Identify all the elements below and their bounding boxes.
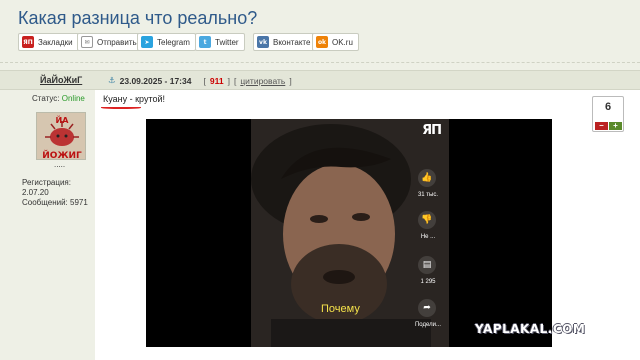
share-icon[interactable]: ➦: [418, 299, 436, 317]
user-status: Статус: Online: [32, 94, 85, 103]
post-content: Куану - крутой! ЯП 👍 31 тыс. 👎 Не ... ▤ …: [95, 90, 640, 360]
comment-icon[interactable]: ▤: [418, 256, 436, 274]
message-rest: - крутой!: [127, 94, 166, 104]
status-value: Online: [61, 94, 85, 103]
message-name: Куану: [103, 94, 128, 104]
twitter-icon: t: [199, 36, 211, 48]
share-label: Twitter: [215, 37, 239, 47]
share-label: Подели...: [414, 322, 441, 328]
quote-link[interactable]: цитировать: [240, 76, 285, 86]
dislike-label: Не ...: [420, 234, 436, 240]
like-count: 31 тыс.: [417, 192, 439, 198]
avatar-text-top: ЙА: [56, 114, 70, 125]
vk-icon: vk: [257, 36, 269, 48]
page: Какая разница что реально? ЯП Закладки ✉…: [0, 0, 640, 360]
video-subtitle: Почему: [321, 303, 360, 315]
ok-icon: ok: [316, 36, 328, 48]
share-twitter-button[interactable]: t Twitter: [195, 33, 245, 51]
rating-value: 6: [604, 101, 612, 113]
avatar[interactable]: ЙА ЙОЖИГ: [36, 112, 86, 160]
post-message: Куану - крутой!: [103, 94, 165, 104]
mail-icon: ✉: [81, 36, 93, 48]
share-label: OK.ru: [332, 37, 353, 47]
anchor-icon[interactable]: ⚓: [108, 75, 116, 86]
page-title: Какая разница что реально?: [18, 8, 258, 28]
post-meta: ⚓ 23.09.2025 - 17:34 [ 911 ] [ цитироват…: [108, 75, 292, 86]
post-rating: 6 – +: [592, 96, 624, 132]
messages-count: 5971: [70, 198, 88, 207]
rate-down-button[interactable]: –: [595, 122, 608, 130]
bracket-open: [: [233, 75, 237, 86]
post-date: 23.09.2025 - 17:34: [119, 75, 192, 86]
post-header: ЙаЙоЖиГ ⚓ 23.09.2025 - 17:34 [ 911 ] [ ц…: [0, 70, 640, 90]
video-frame: ЯП 👍 31 тыс. 👎 Не ... ▤ 1 295 ➦ Подели..…: [251, 119, 449, 347]
post-number[interactable]: 911: [210, 76, 224, 86]
bracket-close: ]: [289, 75, 292, 86]
share-label: Закладки: [38, 37, 73, 47]
divider: [0, 62, 640, 70]
share-label: Отправить: [97, 37, 137, 47]
dislike-icon[interactable]: 👎: [418, 211, 436, 229]
like-icon[interactable]: 👍: [418, 169, 436, 187]
messages-label: Сообщений:: [22, 198, 68, 207]
site-watermark: YAPLAKAL.COM: [475, 322, 586, 336]
post-author[interactable]: ЙаЙоЖиГ: [40, 75, 82, 85]
avatar-hedgehog-icon: ЙА ЙОЖИГ: [37, 113, 85, 160]
share-telegram-button[interactable]: ➤ Telegram: [137, 33, 196, 51]
share-send-button[interactable]: ✉ Отправить: [77, 33, 143, 51]
bracket-close: ]: [227, 75, 230, 86]
yap-logo-icon: ЯП: [422, 123, 442, 138]
user-info: Регистрация: 2.07.20 Сообщений: 5971: [22, 178, 88, 208]
status-label: Статус:: [32, 94, 60, 103]
reg-date: 2.07.20: [22, 188, 49, 197]
avatar-text-bottom: ЙОЖИГ: [42, 149, 82, 160]
share-vk-button[interactable]: vk Вконтакте: [253, 33, 317, 51]
comment-count: 1 295: [420, 279, 436, 285]
red-underline: [101, 106, 141, 109]
video-player[interactable]: ЯП 👍 31 тыс. 👎 Не ... ▤ 1 295 ➦ Подели..…: [146, 119, 552, 347]
telegram-icon: ➤: [141, 36, 153, 48]
rate-up-button[interactable]: +: [609, 122, 622, 130]
user-panel: Статус: Online ЙА ЙОЖИГ ..... Регистраци…: [0, 90, 95, 360]
share-ok-button[interactable]: ok OK.ru: [312, 33, 359, 51]
share-label: Вконтакте: [273, 37, 311, 47]
share-label: Telegram: [157, 37, 190, 47]
topic-header: Какая разница что реально? ЯП Закладки ✉…: [0, 0, 640, 62]
bracket-open: [: [203, 75, 206, 86]
reg-label: Регистрация:: [22, 178, 71, 187]
yap-icon: ЯП: [22, 36, 34, 48]
share-bookmarks-button[interactable]: ЯП Закладки: [18, 33, 79, 51]
user-rank: .....: [54, 160, 66, 169]
